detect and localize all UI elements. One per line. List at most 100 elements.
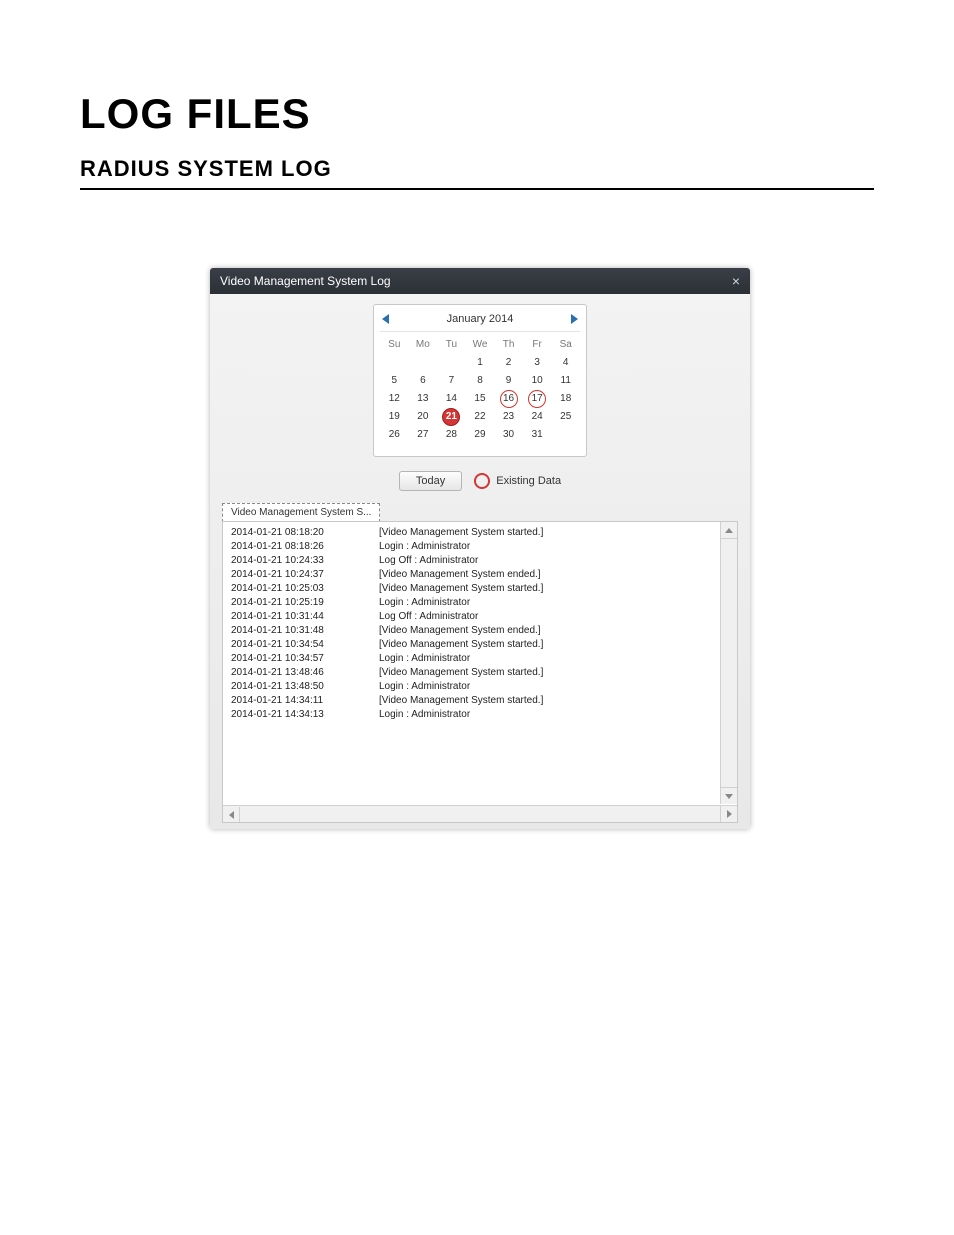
log-row: 2014-01-21 10:34:57 Login : Administrator xyxy=(231,652,731,666)
calendar-dow: Th xyxy=(494,336,523,354)
log-row: 2014-01-21 13:48:46 [Video Management Sys… xyxy=(231,666,731,680)
calendar-day[interactable]: 26 xyxy=(380,426,409,444)
log-row: 2014-01-21 13:48:50Login : Administrator xyxy=(231,680,731,694)
log-message: Log Off : Administrator xyxy=(379,554,478,568)
scroll-down-icon[interactable] xyxy=(721,787,737,804)
calendar-day[interactable]: 8 xyxy=(466,372,495,390)
calendar-day[interactable]: 9 xyxy=(494,372,523,390)
horizontal-scrollbar[interactable] xyxy=(223,805,737,822)
log-row: 2014-01-21 14:34:11 [Video Management Sys… xyxy=(231,694,731,708)
calendar-day xyxy=(409,354,438,372)
calendar-day[interactable]: 10 xyxy=(523,372,552,390)
log-timestamp: 2014-01-21 10:34:57 xyxy=(231,652,351,666)
window-titlebar: Video Management System Log × xyxy=(210,268,750,294)
log-timestamp: 2014-01-21 10:31:44 xyxy=(231,610,351,624)
section-heading: RADIUS SYSTEM LOG xyxy=(80,156,874,190)
log-tab[interactable]: Video Management System S... xyxy=(222,503,380,522)
log-row: 2014-01-21 10:24:37 [Video Management Sys… xyxy=(231,568,731,582)
calendar-grid: SuMoTuWeThFrSa 1234567891011121314151617… xyxy=(380,331,580,444)
log-row: 2014-01-21 08:18:20[Video Management Sys… xyxy=(231,526,731,540)
calendar-month-label: January 2014 xyxy=(447,313,514,325)
calendar-day[interactable]: 3 xyxy=(523,354,552,372)
log-row: 2014-01-21 10:34:54 [Video Management Sys… xyxy=(231,638,731,652)
calendar-dow: Mo xyxy=(409,336,438,354)
log-row: 2014-01-21 10:31:44 Log Off : Administrat… xyxy=(231,610,731,624)
log-timestamp: 2014-01-21 10:31:48 xyxy=(231,624,351,638)
calendar-day[interactable]: 17 xyxy=(523,390,552,408)
scroll-right-icon[interactable] xyxy=(720,806,737,822)
log-message: [Video Management System ended.] xyxy=(379,568,541,582)
log-row: 2014-01-21 10:24:33 Log Off : Administrat… xyxy=(231,554,731,568)
calendar-day[interactable]: 19 xyxy=(380,408,409,426)
calendar-day[interactable]: 21 xyxy=(437,408,466,426)
calendar-day[interactable]: 18 xyxy=(551,390,580,408)
calendar-day[interactable]: 5 xyxy=(380,372,409,390)
vertical-scrollbar[interactable] xyxy=(720,522,737,804)
log-message: [Video Management System started.] xyxy=(379,526,543,540)
log-row: 2014-01-21 14:34:13Login : Administrator xyxy=(231,708,731,722)
calendar-dow: Sa xyxy=(551,336,580,354)
log-timestamp: 2014-01-21 13:48:46 xyxy=(231,666,351,680)
calendar-day[interactable]: 15 xyxy=(466,390,495,408)
calendar-day xyxy=(437,354,466,372)
existing-data-dot-icon xyxy=(474,473,490,489)
window-title: Video Management System Log xyxy=(220,274,391,288)
calendar-dow: Su xyxy=(380,336,409,354)
calendar-day[interactable]: 16 xyxy=(494,390,523,408)
calendar-day[interactable]: 22 xyxy=(466,408,495,426)
calendar-day[interactable]: 13 xyxy=(409,390,438,408)
calendar-day xyxy=(551,426,580,444)
scroll-up-icon[interactable] xyxy=(721,522,737,539)
calendar-day[interactable]: 25 xyxy=(551,408,580,426)
log-message: Login : Administrator xyxy=(379,680,470,694)
log-message: [Video Management System started.] xyxy=(379,666,543,680)
today-button[interactable]: Today xyxy=(399,471,462,491)
calendar-day[interactable]: 28 xyxy=(437,426,466,444)
calendar-day[interactable]: 20 xyxy=(409,408,438,426)
log-timestamp: 2014-01-21 10:25:03 xyxy=(231,582,351,596)
close-icon[interactable]: × xyxy=(732,275,740,287)
log-message: Log Off : Administrator xyxy=(379,610,478,624)
calendar: January 2014 SuMoTuWeThFrSa 123456789101… xyxy=(373,304,587,457)
calendar-day[interactable]: 2 xyxy=(494,354,523,372)
calendar-day[interactable]: 30 xyxy=(494,426,523,444)
calendar-dow: Tu xyxy=(437,336,466,354)
log-timestamp: 2014-01-21 10:24:33 xyxy=(231,554,351,568)
system-log-window: Video Management System Log × January 20… xyxy=(210,268,750,829)
calendar-day[interactable]: 4 xyxy=(551,354,580,372)
page-heading: LOG FILES xyxy=(80,90,874,138)
log-list: 2014-01-21 08:18:20[Video Management Sys… xyxy=(222,521,738,823)
calendar-day[interactable]: 1 xyxy=(466,354,495,372)
calendar-day[interactable]: 23 xyxy=(494,408,523,426)
log-timestamp: 2014-01-21 08:18:26 xyxy=(231,540,351,554)
log-message: Login : Administrator xyxy=(379,652,470,666)
calendar-day[interactable]: 7 xyxy=(437,372,466,390)
log-row: 2014-01-21 10:25:19Login : Administrator xyxy=(231,596,731,610)
calendar-day[interactable]: 29 xyxy=(466,426,495,444)
calendar-day[interactable]: 14 xyxy=(437,390,466,408)
scroll-left-icon[interactable] xyxy=(223,807,240,823)
log-timestamp: 2014-01-21 10:24:37 xyxy=(231,568,351,582)
log-message: [Video Management System started.] xyxy=(379,694,543,708)
calendar-dow: We xyxy=(466,336,495,354)
log-timestamp: 2014-01-21 14:34:13 xyxy=(231,708,351,722)
log-timestamp: 2014-01-21 10:25:19 xyxy=(231,596,351,610)
log-row: 2014-01-21 10:31:48 [Video Management Sys… xyxy=(231,624,731,638)
calendar-day[interactable]: 6 xyxy=(409,372,438,390)
calendar-day[interactable]: 12 xyxy=(380,390,409,408)
log-timestamp: 2014-01-21 10:34:54 xyxy=(231,638,351,652)
prev-month-icon[interactable] xyxy=(382,314,389,324)
log-message: [Video Management System started.] xyxy=(379,638,543,652)
calendar-day[interactable]: 31 xyxy=(523,426,552,444)
log-row: 2014-01-21 10:25:03[Video Management Sys… xyxy=(231,582,731,596)
calendar-day[interactable]: 11 xyxy=(551,372,580,390)
calendar-day[interactable]: 27 xyxy=(409,426,438,444)
calendar-day xyxy=(380,354,409,372)
log-timestamp: 2014-01-21 14:34:11 xyxy=(231,694,351,708)
next-month-icon[interactable] xyxy=(571,314,578,324)
log-message: [Video Management System ended.] xyxy=(379,624,541,638)
existing-data-legend: Existing Data xyxy=(474,473,561,489)
log-message: Login : Administrator xyxy=(379,540,470,554)
log-row: 2014-01-21 08:18:26 Login : Administrator xyxy=(231,540,731,554)
calendar-day[interactable]: 24 xyxy=(523,408,552,426)
